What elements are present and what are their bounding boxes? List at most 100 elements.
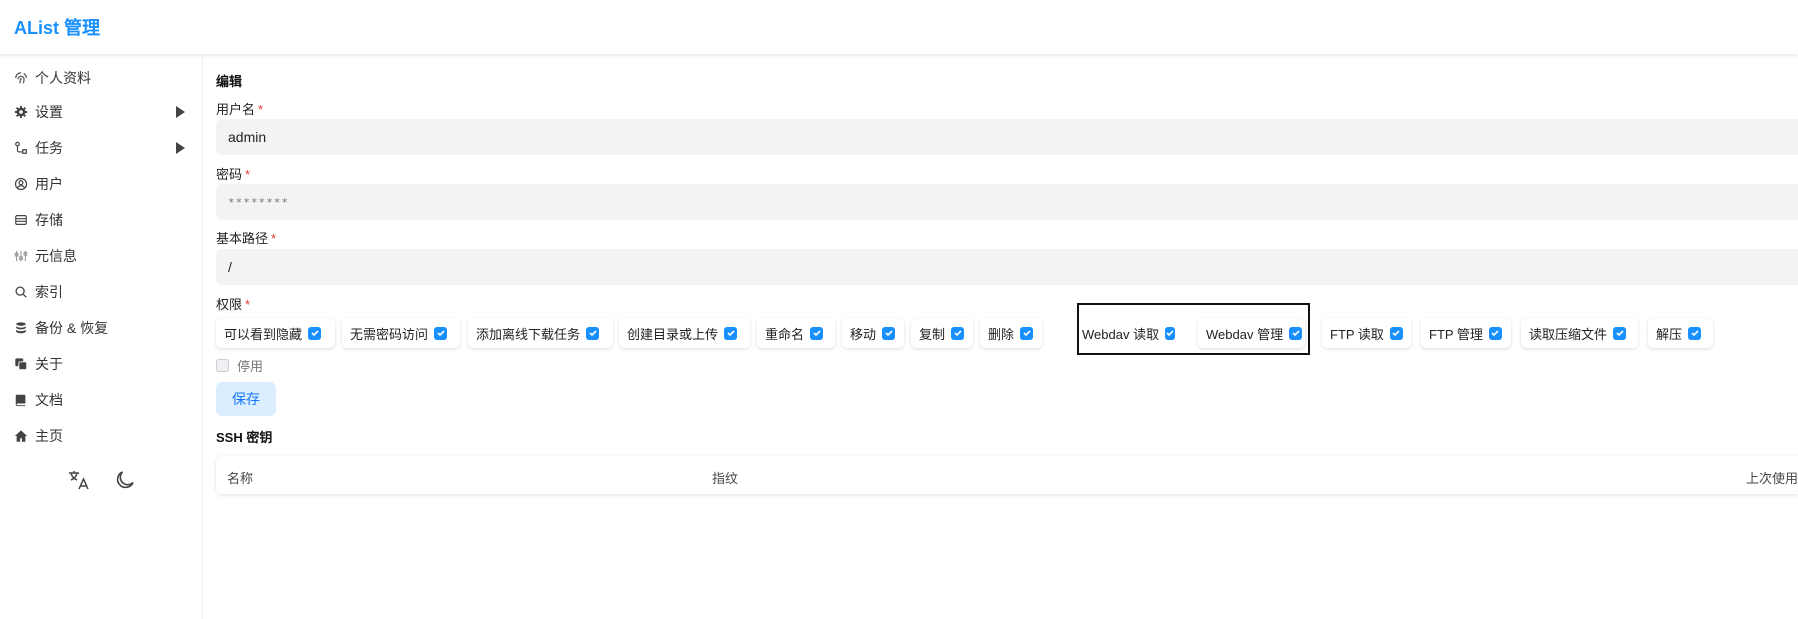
page-title: 编辑 — [216, 74, 243, 89]
sidebar-item-metadata[interactable]: 元信息 — [0, 239, 202, 273]
permission-access-without-password[interactable]: 无需密码访问 — [342, 318, 460, 348]
sidebar-item-label: 用户 — [35, 176, 63, 192]
permission-read-archive[interactable]: 读取压缩文件 — [1521, 318, 1638, 348]
sidebar-item-tasks[interactable]: 任务 — [0, 131, 202, 165]
checkbox-checked-icon[interactable] — [586, 326, 600, 340]
search-icon — [13, 284, 29, 300]
column-header-name[interactable]: 名称 — [227, 468, 253, 487]
permission-webdav-manage[interactable]: Webdav 管理 — [1198, 318, 1305, 348]
sidebar-item-label: 主页 — [35, 428, 63, 444]
ssh-keys-title: SSH 密钥 — [216, 430, 273, 445]
checkbox-checked-icon[interactable] — [1613, 326, 1627, 340]
permission-decompress[interactable]: 解压 — [1648, 318, 1713, 348]
required-mark: * — [245, 167, 251, 182]
sidebar-item-home[interactable]: 主页 — [0, 419, 202, 453]
checkbox-checked-icon[interactable] — [1488, 326, 1502, 340]
checkbox-checked-icon[interactable] — [810, 326, 824, 340]
sidebar-item-index[interactable]: 索引 — [0, 275, 202, 309]
sidebar-item-label: 元信息 — [35, 248, 77, 264]
top-header: AList 管理 — [0, 0, 1798, 54]
column-header-fingerprint[interactable]: 指纹 — [712, 468, 738, 487]
permission-see-hidden[interactable]: 可以看到隐藏 — [216, 318, 335, 348]
sidebar-item-docs[interactable]: 文档 — [0, 383, 202, 417]
base-path-label-text: 基本路径 — [216, 231, 269, 246]
chevron-right-icon[interactable] — [176, 106, 185, 118]
checkbox-checked-icon[interactable] — [308, 326, 322, 340]
gear-icon — [13, 104, 29, 120]
sidebar-item-storage[interactable]: 存储 — [0, 203, 202, 237]
permission-webdav-read[interactable]: Webdav 读取 — [1077, 318, 1176, 348]
permission-label: 解压 — [1656, 326, 1683, 342]
required-mark: * — [258, 102, 264, 117]
sidebar-item-label: 存储 — [35, 212, 63, 228]
checkbox-checked-icon[interactable] — [951, 326, 965, 340]
disable-checkbox[interactable] — [216, 359, 229, 372]
sidebar-tools — [64, 466, 140, 496]
permission-label: Webdav 读取 — [1082, 326, 1160, 342]
checkbox-checked-icon[interactable] — [1020, 326, 1034, 340]
disable-option: 停用 — [216, 356, 263, 375]
checkbox-checked-icon[interactable] — [1289, 326, 1303, 340]
permission-move[interactable]: 移动 — [842, 318, 904, 348]
permission-label: FTP 管理 — [1429, 326, 1483, 342]
save-button[interactable]: 保存 — [216, 382, 276, 416]
sidebar-item-label: 个人资料 — [35, 70, 91, 86]
permission-label: 移动 — [850, 326, 877, 342]
permission-delete[interactable]: 删除 — [980, 318, 1042, 348]
checkbox-checked-icon[interactable] — [724, 326, 738, 340]
permission-label: 无需密码访问 — [350, 326, 429, 342]
metadata-icon — [13, 248, 29, 264]
book-icon — [13, 392, 29, 408]
permission-label: Webdav 管理 — [1206, 326, 1284, 342]
permission-label: 重命名 — [765, 326, 805, 342]
permissions-label: 权限 * — [216, 294, 250, 313]
workflow-icon — [13, 140, 29, 156]
permission-label: 删除 — [988, 326, 1015, 342]
base-path-input[interactable] — [216, 249, 1798, 285]
chevron-right-icon[interactable] — [176, 142, 185, 154]
permission-label: 可以看到隐藏 — [224, 326, 303, 342]
sidebar-item-profile[interactable]: 个人资料 — [0, 61, 202, 95]
sidebar-item-label: 设置 — [35, 104, 63, 120]
checkbox-checked-icon[interactable] — [1389, 326, 1403, 340]
moon-icon — [113, 468, 137, 495]
sidebar-item-label: 关于 — [35, 356, 63, 372]
permission-rename[interactable]: 重命名 — [757, 318, 835, 348]
password-input[interactable] — [216, 184, 1798, 220]
database-drive-icon — [13, 212, 29, 228]
checkbox-checked-icon[interactable] — [1688, 326, 1702, 340]
permission-label: FTP 读取 — [1330, 326, 1384, 342]
required-mark: * — [245, 297, 251, 312]
sidebar-item-about[interactable]: 关于 — [0, 347, 202, 381]
checkbox-checked-icon[interactable] — [1165, 326, 1176, 340]
translate-icon — [67, 468, 91, 495]
permission-add-offline-download[interactable]: 添加离线下载任务 — [468, 318, 613, 348]
base-path-label: 基本路径 * — [216, 228, 276, 247]
theme-toggle-button[interactable] — [110, 466, 140, 496]
column-header-last-used[interactable]: 上次使用 — [1746, 468, 1798, 487]
disable-label: 停用 — [237, 359, 264, 374]
username-input[interactable] — [216, 119, 1798, 155]
permission-label: 创建目录或上传 — [627, 326, 719, 342]
sidebar-item-label: 文档 — [35, 392, 63, 408]
checkbox-checked-icon[interactable] — [882, 326, 896, 340]
permission-copy[interactable]: 复制 — [911, 318, 973, 348]
home-icon — [13, 428, 29, 444]
permission-create-upload[interactable]: 创建目录或上传 — [619, 318, 750, 348]
fingerprint-icon — [13, 70, 29, 86]
language-switch-button[interactable] — [64, 466, 94, 496]
sidebar-item-label: 索引 — [35, 284, 63, 300]
sidebar: 个人资料 设置 任务 用户 存储 元信息 索引 备份 & 恢复 关于 文档 主页 — [0, 54, 203, 619]
sidebar-item-settings[interactable]: 设置 — [0, 95, 202, 129]
copy-icon — [13, 356, 29, 372]
permission-ftp-read[interactable]: FTP 读取 — [1322, 318, 1411, 348]
permission-ftp-manage[interactable]: FTP 管理 — [1421, 318, 1511, 348]
app-title[interactable]: AList 管理 — [14, 14, 100, 40]
sidebar-item-users[interactable]: 用户 — [0, 167, 202, 201]
permission-label: 复制 — [919, 326, 946, 342]
sidebar-item-backup-restore[interactable]: 备份 & 恢复 — [0, 311, 202, 345]
checkbox-checked-icon[interactable] — [434, 326, 448, 340]
sidebar-item-label: 任务 — [35, 140, 63, 156]
permissions-label-text: 权限 — [216, 297, 243, 312]
permission-label: 读取压缩文件 — [1529, 326, 1608, 342]
